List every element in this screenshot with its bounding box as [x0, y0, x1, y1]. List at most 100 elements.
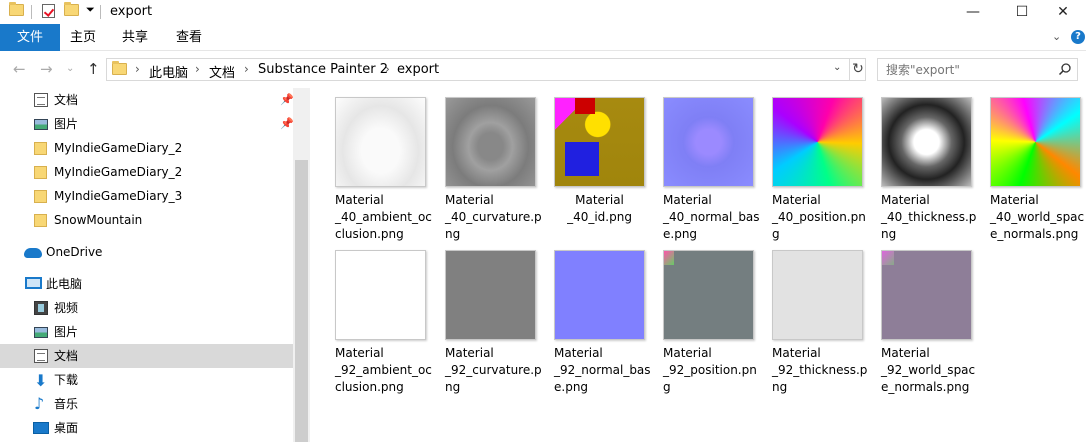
breadcrumb-separator[interactable]: › [195, 62, 200, 76]
file-thumbnail [445, 250, 536, 340]
sidebar-item-label: 文档 [54, 349, 79, 363]
file-name-line: ng [772, 380, 788, 394]
file-name: Material _92_position.pn g [663, 345, 763, 396]
file-thumbnail [772, 250, 863, 340]
file-item[interactable]: Material _40_thickness.p ng [877, 88, 981, 241]
recent-locations-icon[interactable]: ⌄ [66, 63, 74, 74]
file-thumbnail [663, 97, 754, 187]
back-button[interactable]: ← [13, 60, 26, 78]
search-input[interactable] [878, 59, 1048, 80]
breadcrumb-substance-painter[interactable]: Substance Painter 2 [258, 62, 388, 77]
search-icon[interactable] [1058, 62, 1072, 76]
sidebar-item-label: 图片 [54, 117, 79, 131]
file-item[interactable]: Material _92_ambient_oc clusion.png [331, 241, 435, 394]
file-name: Material _92_ambient_oc clusion.png [335, 345, 435, 396]
file-item[interactable]: Material _92_position.pn g [659, 241, 763, 394]
file-item[interactable]: Material _92_thickness.p ng [768, 241, 872, 394]
sidebar-item-folder[interactable]: MyIndieGameDiary_3 [0, 184, 293, 208]
file-name-line: g [663, 380, 671, 394]
sidebar-item-this-pc[interactable]: 此电脑 [0, 272, 293, 296]
file-item[interactable]: Material _40_normal_bas e.png [659, 88, 763, 241]
breadcrumb-this-pc[interactable]: 此电脑 [149, 62, 188, 81]
file-name-line: _92_normal_bas [554, 363, 651, 377]
help-icon[interactable]: ? [1071, 30, 1085, 44]
sidebar-item-music[interactable]: ♪ 音乐 [0, 392, 293, 416]
file-name: Material _40_ambient_oc clusion.png [335, 192, 435, 243]
ribbon-expand-icon[interactable]: ⌄ [1052, 30, 1061, 43]
file-thumbnail [990, 97, 1081, 187]
new-folder-icon[interactable] [64, 2, 79, 16]
file-name: Material _40_world_spac e_normals.png [990, 192, 1086, 243]
quick-access-dropdown-icon[interactable]: ⏷ [86, 3, 95, 17]
sidebar-item-desktop[interactable]: 桌面 [0, 416, 293, 440]
file-name-line: _92_world_spac [881, 363, 976, 377]
file-item[interactable]: Material _92_world_spac e_normals.png [877, 241, 981, 394]
sidebar-item-videos[interactable]: 视频 [0, 296, 293, 320]
file-name-line: _92_curvature.p [445, 363, 542, 377]
file-item[interactable]: Material _40_world_spac e_normals.png [986, 88, 1086, 241]
folder-icon [112, 61, 127, 75]
sidebar-item-documents-pinned[interactable]: 文档 📌 [0, 88, 294, 112]
file-thumbnail [554, 250, 645, 340]
sidebar-item-pictures-pinned[interactable]: 图片 📌 [0, 112, 294, 136]
sidebar-item-label: MyIndieGameDiary_2 [54, 141, 183, 155]
folder-icon[interactable] [9, 2, 24, 16]
address-dropdown-icon[interactable]: ⌄ [833, 62, 841, 73]
file-item[interactable]: Material _40_ambient_oc clusion.png [331, 88, 435, 241]
folder-icon [34, 166, 47, 179]
folder-icon [34, 190, 47, 203]
close-button[interactable]: ✕ [1040, 0, 1086, 24]
file-name-line: Material [445, 193, 494, 207]
file-item[interactable]: Material _40_curvature.p ng [441, 88, 545, 241]
tab-view[interactable]: 查看 [166, 24, 212, 51]
file-name-line: clusion.png [335, 380, 404, 394]
tab-share[interactable]: 共享 [112, 24, 158, 51]
file-name-line: _40_id.png [567, 210, 632, 224]
file-name-line: Material [663, 193, 712, 207]
file-name-line: _40_normal_bas [663, 210, 760, 224]
sidebar-item-label: MyIndieGameDiary_2 [54, 165, 183, 179]
properties-icon[interactable] [42, 4, 55, 18]
breadcrumb-export[interactable]: export [397, 62, 439, 77]
minimize-button[interactable]: — [950, 0, 996, 24]
refresh-button[interactable]: ↻ [849, 59, 866, 80]
tab-home[interactable]: 主页 [60, 24, 106, 51]
file-name-line: ng [445, 380, 461, 394]
search-box[interactable] [877, 58, 1078, 81]
file-name-line: Material [881, 346, 930, 360]
file-item[interactable]: Material _92_normal_bas e.png [550, 241, 654, 394]
sidebar-item-downloads[interactable]: ⬇ 下载 [0, 368, 293, 392]
navigation-pane: 文档 📌 图片 📌 MyIndieGameDiary_2 MyIndieGame… [0, 88, 294, 442]
up-button[interactable]: ↑ [87, 60, 100, 78]
file-name: Material _40_id.png [554, 192, 645, 226]
sidebar-item-label: MyIndieGameDiary_3 [54, 189, 183, 203]
downloads-icon: ⬇ [34, 371, 48, 390]
file-name: Material _92_normal_bas e.png [554, 345, 654, 396]
maximize-button[interactable]: ☐ [999, 0, 1045, 24]
file-item[interactable]: Material _40_id.png [550, 88, 654, 238]
file-item[interactable]: Material _92_curvature.p ng [441, 241, 545, 394]
divider [100, 5, 101, 19]
onedrive-icon [24, 248, 42, 258]
address-bar[interactable]: › 此电脑 › 文档 › Substance Painter 2 › expor… [106, 58, 866, 81]
sidebar-item-folder[interactable]: SnowMountain [0, 208, 293, 232]
breadcrumb-separator[interactable]: › [135, 62, 140, 76]
title-bar: ⏷ export — ☐ ✕ [0, 0, 1086, 24]
file-name: Material _92_world_spac e_normals.png [881, 345, 981, 396]
sidebar-item-documents[interactable]: 文档 [0, 344, 293, 368]
sidebar-item-pictures[interactable]: 图片 [0, 320, 293, 344]
sidebar-item-folder[interactable]: MyIndieGameDiary_2 [0, 160, 293, 184]
sidebar-item-onedrive[interactable]: OneDrive [0, 240, 293, 264]
breadcrumb-documents[interactable]: 文档 [209, 62, 235, 81]
forward-button[interactable]: → [40, 60, 53, 78]
file-name-line: e.png [554, 380, 589, 394]
breadcrumb-separator[interactable]: › [385, 62, 390, 76]
file-item[interactable]: Material _40_position.pn g [768, 88, 872, 241]
sidebar-item-folder[interactable]: MyIndieGameDiary_2 [0, 136, 293, 160]
pin-icon[interactable]: 📌 [280, 112, 294, 136]
file-name-line: Material [990, 193, 1039, 207]
pictures-icon [34, 119, 48, 130]
pin-icon[interactable]: 📌 [280, 88, 294, 112]
sidebar-scrollbar-thumb[interactable] [295, 160, 308, 442]
breadcrumb-separator[interactable]: › [244, 62, 249, 76]
